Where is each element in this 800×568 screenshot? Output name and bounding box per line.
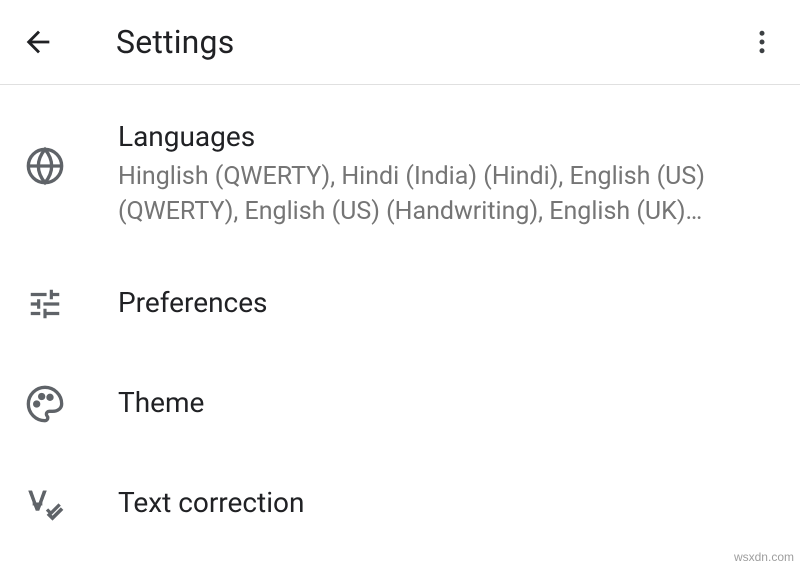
- row-title: Preferences: [118, 285, 780, 321]
- app-bar: Settings: [0, 0, 800, 85]
- row-theme[interactable]: Theme: [0, 353, 800, 453]
- row-text: Theme: [118, 385, 780, 421]
- palette-icon: [20, 379, 70, 429]
- spellcheck-icon: [20, 479, 70, 529]
- globe-icon: [20, 141, 70, 191]
- tune-icon: [20, 279, 70, 329]
- row-title: Theme: [118, 385, 780, 421]
- settings-list: Languages Hinglish (QWERTY), Hindi (Indi…: [0, 85, 800, 553]
- row-text-correction[interactable]: Text correction: [0, 453, 800, 553]
- row-subtitle: Hinglish (QWERTY), Hindi (India) (Hindi)…: [118, 159, 780, 229]
- row-languages[interactable]: Languages Hinglish (QWERTY), Hindi (Indi…: [0, 95, 800, 253]
- row-text: Languages Hinglish (QWERTY), Hindi (Indi…: [118, 119, 780, 229]
- row-preferences[interactable]: Preferences: [0, 253, 800, 353]
- row-title: Languages: [118, 119, 780, 155]
- row-title: Text correction: [118, 485, 780, 521]
- row-text: Text correction: [118, 485, 780, 521]
- row-text: Preferences: [118, 285, 780, 321]
- back-button[interactable]: [18, 22, 58, 62]
- more-vert-icon: [747, 27, 777, 57]
- overflow-menu-button[interactable]: [742, 22, 782, 62]
- watermark: wsxdn.com: [734, 550, 794, 564]
- arrow-back-icon: [21, 25, 55, 59]
- page-title: Settings: [116, 23, 234, 61]
